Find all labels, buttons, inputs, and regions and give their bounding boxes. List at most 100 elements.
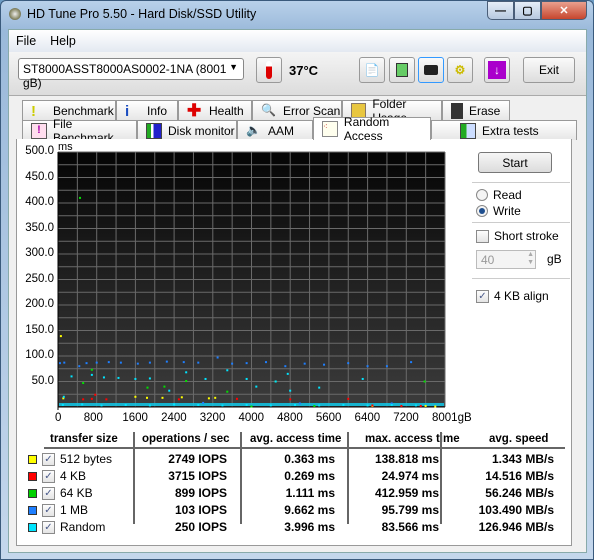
short-stroke-box — [476, 229, 489, 243]
data-point-1-mb — [245, 362, 248, 365]
max-access-time: 95.799 ms — [381, 503, 439, 517]
data-point-4-kb — [400, 404, 403, 407]
4kb-align-label: 4 KB align — [494, 289, 549, 303]
avg-speed: 14.516 MB/s — [485, 469, 554, 483]
spinner-arrows-icon[interactable]: ▲ ▼ — [527, 251, 534, 267]
data-point-random — [90, 373, 93, 376]
data-point-1-mb — [410, 361, 413, 364]
x-tick-label: 800 — [83, 412, 103, 424]
table-row-label: ✓ 512 bytes — [28, 452, 112, 466]
operations-per-sec: 103 IOPS — [174, 503, 227, 517]
stroke-size-spinner[interactable]: 40 ▲ ▼ — [476, 250, 536, 269]
transfer-size: Random — [60, 520, 106, 534]
data-point-random — [318, 404, 321, 407]
data-point-512-bytes — [161, 396, 164, 399]
tab-label: Random Access — [343, 115, 390, 143]
x-tick-label: 5600 — [315, 412, 342, 424]
data-point-4-kb — [90, 397, 93, 400]
data-point-4-kb — [347, 397, 350, 400]
data-point-1-mb — [197, 361, 200, 364]
data-point-1-mb — [284, 365, 287, 368]
max-access-time: 412.959 ms — [374, 486, 439, 500]
avg-access-time: 0.363 ms — [284, 452, 335, 466]
data-point-random — [361, 377, 364, 380]
data-point-random — [100, 404, 103, 407]
data-point-64-kb — [146, 386, 149, 389]
data-point-4-kb — [177, 398, 180, 401]
data-point-random — [62, 395, 65, 398]
data-point-random — [390, 403, 393, 406]
x-tick-label: 0 — [55, 412, 62, 424]
data-point-1-mb — [119, 361, 122, 364]
data-point-64-kb — [79, 196, 82, 199]
x-tick-label: 6400 — [354, 412, 381, 424]
data-point-64-kb — [163, 385, 166, 388]
y-tick-label: 450.0 — [25, 170, 54, 183]
data-point-4-kb — [82, 398, 85, 401]
col-avg-speed: avg. speed — [489, 433, 549, 445]
data-point-1-mb — [323, 363, 326, 366]
write-radio[interactable]: Write — [476, 204, 521, 218]
series-checkbox[interactable]: ✓ — [42, 503, 55, 517]
data-point-4-kb — [289, 398, 292, 401]
series-color-swatch — [28, 522, 37, 532]
data-point-1-mb — [148, 361, 151, 364]
data-point-1-mb — [298, 402, 301, 405]
y-tick-label: 250.0 — [25, 272, 54, 285]
max-access-time: 24.974 ms — [381, 469, 439, 483]
x-tick-label: 7200 — [393, 412, 419, 424]
col-ops: operations / sec — [142, 433, 230, 445]
col-max-access: max. access time — [365, 433, 460, 445]
table-row-label: ✓ 1 MB — [28, 503, 88, 517]
transfer-size: 512 bytes — [60, 452, 113, 466]
data-point-random — [245, 403, 248, 406]
transfer-size: 64 KB — [60, 486, 93, 500]
data-point-1-mb — [202, 401, 205, 404]
data-point-512-bytes — [134, 395, 137, 398]
write-radio-dot — [476, 205, 488, 217]
stroke-unit-label: gB — [547, 252, 562, 266]
data-point-512-bytes — [180, 396, 183, 399]
read-radio[interactable]: Read — [476, 188, 522, 202]
4kb-align-checkbox[interactable]: ✓ 4 KB align — [476, 289, 549, 303]
data-point-4-kb — [419, 404, 422, 407]
avg-access-time: 1.111 ms — [285, 486, 335, 500]
data-point-1-mb — [264, 361, 267, 364]
operations-per-sec: 899 IOPS — [174, 486, 227, 500]
data-point-random — [269, 404, 272, 407]
data-point-64-kb — [90, 368, 93, 371]
data-point-1-mb — [136, 362, 139, 365]
series-checkbox[interactable]: ✓ — [42, 486, 55, 500]
x-tick-label: 2400 — [161, 412, 187, 424]
operations-per-sec: 3715 IOPS — [168, 469, 227, 483]
x-tick-label: 4000 — [238, 412, 265, 424]
operations-per-sec: 250 IOPS — [174, 520, 227, 534]
data-point-1-mb — [63, 361, 66, 364]
write-label: Write — [493, 204, 521, 218]
series-checkbox[interactable]: ✓ — [42, 469, 55, 483]
avg-speed: 126.946 MB/s — [478, 520, 554, 534]
data-point-random — [366, 404, 369, 407]
data-point-random — [342, 403, 345, 406]
start-button[interactable]: Start — [478, 152, 552, 173]
series-color-swatch — [28, 471, 37, 481]
series-checkbox[interactable]: ✓ — [42, 452, 55, 466]
read-label: Read — [493, 188, 522, 202]
data-point-random — [168, 389, 171, 392]
data-point-random — [81, 403, 84, 406]
series-color-swatch — [28, 505, 37, 515]
data-point-64-kb — [185, 379, 188, 382]
x-tick-label: 4800 — [277, 412, 303, 424]
data-point-1-mb — [85, 362, 88, 365]
short-stroke-checkbox[interactable]: Short stroke — [476, 229, 559, 243]
tab-random-access[interactable]: ⁖ Random Access — [313, 115, 431, 143]
data-point-1-mb — [182, 361, 185, 364]
series-checkbox[interactable]: ✓ — [42, 520, 55, 534]
data-point-random — [204, 377, 207, 380]
short-stroke-label: Short stroke — [494, 229, 559, 243]
scatter-icon: ⁖ — [322, 121, 338, 137]
4kb-align-box: ✓ — [476, 289, 489, 303]
data-point-random — [124, 403, 127, 406]
data-point-4-kb — [94, 393, 97, 396]
data-point-512-bytes — [434, 405, 437, 408]
